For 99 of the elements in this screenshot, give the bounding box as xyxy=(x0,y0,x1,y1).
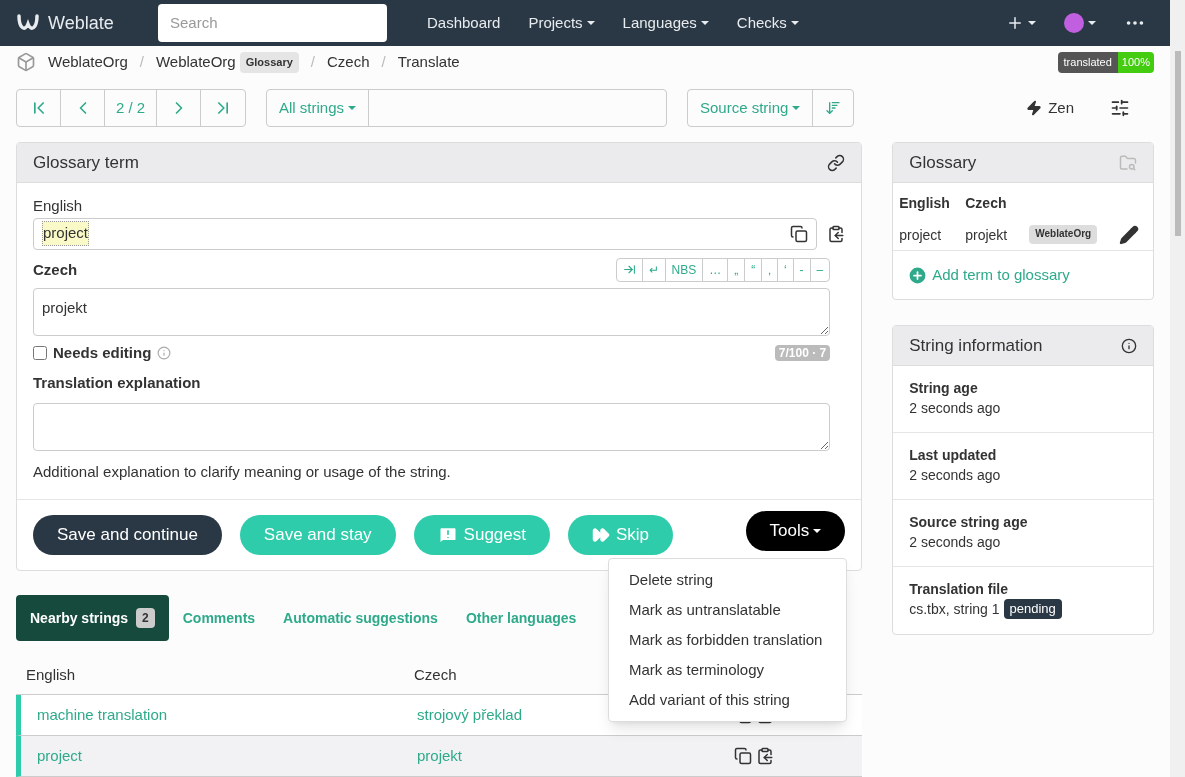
avatar-icon xyxy=(1064,12,1084,33)
info-value: 2 seconds ago xyxy=(909,533,1001,552)
explanation-field[interactable] xyxy=(33,402,831,451)
project-icon xyxy=(16,52,36,73)
comment-icon xyxy=(437,525,458,545)
position-counter: 2 / 2 xyxy=(105,90,157,126)
caret-icon xyxy=(792,106,801,110)
save-button[interactable]: Save and continue xyxy=(33,515,222,555)
info-icon xyxy=(157,345,172,360)
help-text: Additional explanation to clarify meaning or usage of the string. xyxy=(33,461,452,482)
insert-character-button[interactable]: NBS xyxy=(665,258,704,281)
fast-forward-icon xyxy=(592,526,610,544)
status-tag: pending xyxy=(1003,599,1062,619)
tools-button[interactable]: Tools xyxy=(745,511,846,551)
column-header: English xyxy=(899,194,951,213)
column-header: Czech xyxy=(414,665,457,686)
column-header: Czech xyxy=(965,194,1007,213)
insert-character-button[interactable]: ↵ xyxy=(642,258,666,281)
brand-name[interactable]: Weblate xyxy=(48,8,114,37)
insert-character-button[interactable]: ‘ xyxy=(777,258,794,281)
count-badge: 2 xyxy=(136,608,155,628)
nav-menu[interactable]: Projects xyxy=(528,11,595,35)
user-menu[interactable] xyxy=(1064,12,1096,33)
needs-editing-checkbox[interactable] xyxy=(33,345,47,360)
breadcrumb-link[interactable]: Translate xyxy=(397,51,460,74)
info-value: 2 seconds ago xyxy=(909,466,1001,485)
insert-character-button[interactable]: ‚ xyxy=(762,258,778,281)
tab[interactable]: Comments xyxy=(168,595,270,641)
length-counter: 7/100 · 7 xyxy=(774,344,831,361)
breadcrumb-separator: / xyxy=(380,52,387,73)
nav-menu[interactable]: Dashboard xyxy=(427,11,501,35)
caret-icon xyxy=(586,20,595,25)
translation-field[interactable]: projekt xyxy=(33,287,831,336)
clone-icon[interactable] xyxy=(827,224,846,243)
caret-icon xyxy=(700,20,709,25)
skip-button[interactable]: Skip xyxy=(568,515,674,555)
plus-icon xyxy=(907,264,929,286)
explanation-label: Translation explanation xyxy=(33,373,202,393)
checkbox-label: Needs editing xyxy=(53,342,152,363)
caret-icon xyxy=(790,20,799,25)
translation-cell[interactable]: projekt xyxy=(409,744,734,768)
save-button[interactable]: Save and stay xyxy=(239,515,396,555)
lightning-icon xyxy=(1026,100,1043,116)
source-cell[interactable]: project xyxy=(21,744,409,768)
suggest-button[interactable]: Suggest xyxy=(413,515,550,555)
info-value: cs.tbx, string 1 xyxy=(909,600,1000,619)
info-label: Source string age xyxy=(909,513,1029,532)
copy-icon[interactable] xyxy=(790,224,809,243)
target-label: Czech xyxy=(33,260,78,280)
string-row[interactable]: project projekt xyxy=(16,736,863,777)
nav-menu[interactable]: Languages xyxy=(622,11,709,35)
clone-icon[interactable] xyxy=(756,747,774,765)
breadcrumb-link[interactable]: WeblateOrg xyxy=(48,51,128,74)
tab-icon xyxy=(622,263,636,276)
column-header: English xyxy=(25,665,77,686)
insert-character-button[interactable]: “ xyxy=(745,258,763,281)
menu-item[interactable]: Mark as untranslatable xyxy=(609,595,846,625)
nav-menu[interactable]: Checks xyxy=(736,11,799,35)
panel-title: Glossary term xyxy=(33,151,139,174)
info-label: String age xyxy=(909,379,979,398)
glossary-source: project xyxy=(899,225,943,245)
edit-icon[interactable] xyxy=(1119,224,1139,245)
breadcrumb-separator: / xyxy=(309,52,316,73)
breadcrumb-link[interactable]: WeblateOrg xyxy=(155,51,236,74)
panel-title: String information xyxy=(909,334,1043,357)
scrollbar[interactable] xyxy=(1170,0,1185,777)
panel-title: Glossary xyxy=(909,151,977,174)
caret-icon xyxy=(813,529,822,533)
copy-icon[interactable] xyxy=(734,747,752,765)
link-icon[interactable] xyxy=(827,153,846,172)
caret-icon xyxy=(1028,20,1036,25)
source-label: English xyxy=(33,196,84,216)
info-label: Last updated xyxy=(909,446,998,465)
source-cell[interactable]: machine translation xyxy=(21,703,409,727)
caret-icon xyxy=(1088,20,1096,25)
insert-character-button[interactable]: … xyxy=(703,258,729,281)
menu-item[interactable]: Mark as forbidden translation xyxy=(609,625,846,655)
insert-character-button[interactable]: „ xyxy=(728,258,746,281)
info-icon[interactable] xyxy=(1121,337,1137,354)
info-value: 2 seconds ago xyxy=(909,399,1001,418)
breadcrumb-separator: / xyxy=(138,52,145,73)
tab[interactable]: Nearby strings 2 xyxy=(16,595,169,641)
glossary-target: projekt xyxy=(965,225,1009,245)
insert-character-button[interactable]: - xyxy=(793,258,811,281)
menu-item[interactable]: Delete string xyxy=(609,565,846,595)
zen-button[interactable]: Zen xyxy=(1018,96,1082,120)
glossary-tag: WeblateOrg xyxy=(1029,225,1098,244)
sort-icon xyxy=(825,100,842,116)
settings-icon[interactable] xyxy=(1110,98,1130,118)
menu-item[interactable]: Mark as terminology xyxy=(609,655,846,685)
insert-character-button[interactable]: – xyxy=(810,258,830,281)
info-label: Translation file xyxy=(909,580,1010,599)
add-term-link[interactable]: Add term to glossary xyxy=(893,251,1153,299)
tab[interactable]: Automatic suggestions xyxy=(269,595,452,641)
glossary-highlight: project xyxy=(42,221,90,246)
tab[interactable]: Other languages xyxy=(451,595,591,641)
component-badge: Glossary xyxy=(239,52,299,73)
search-field[interactable]: Search xyxy=(158,3,387,42)
breadcrumb-link[interactable]: Czech xyxy=(326,51,370,74)
